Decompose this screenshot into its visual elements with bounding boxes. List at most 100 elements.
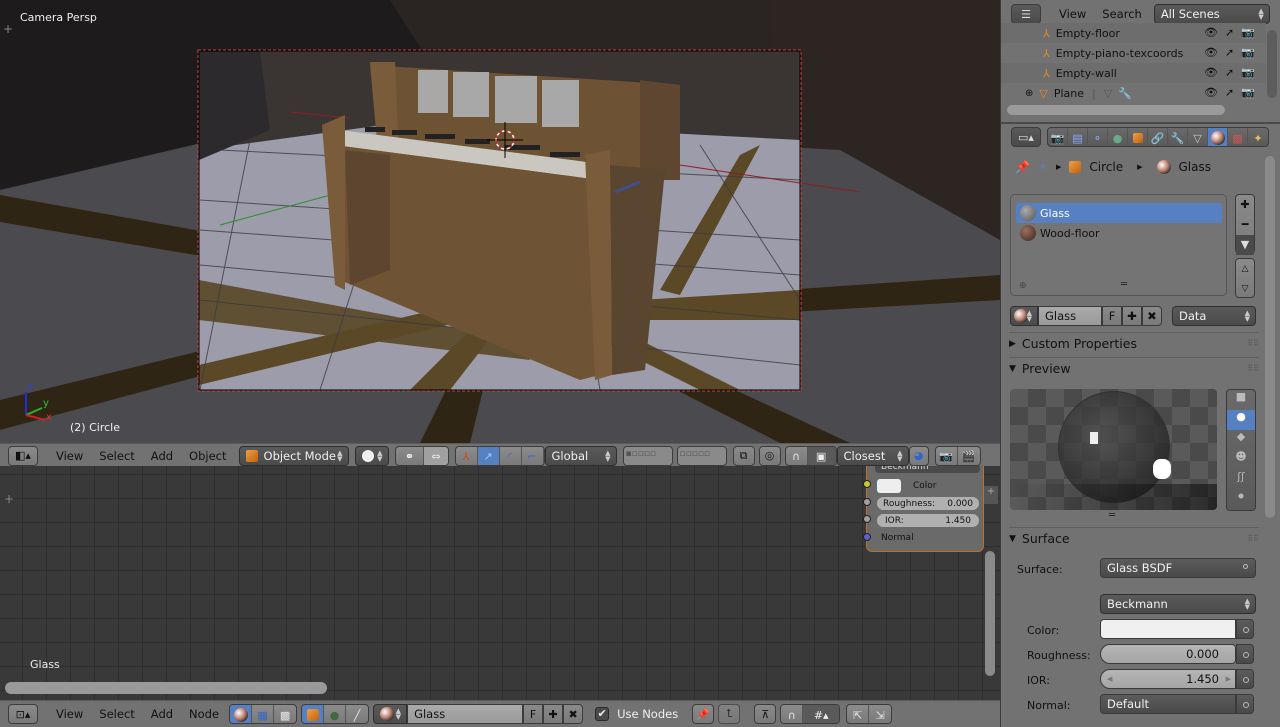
- manipulator-icon[interactable]: ⅄: [456, 446, 478, 465]
- panel-custom-properties[interactable]: ▶ Custom Properties ⠿⠿: [1009, 332, 1259, 354]
- menu-add[interactable]: Add: [143, 449, 181, 463]
- snap-element-icon[interactable]: ▣: [807, 446, 836, 465]
- outliner-horizontal-scrollbar[interactable]: [1007, 105, 1225, 115]
- properties-vertical-scrollbar[interactable]: [1265, 156, 1275, 518]
- checkbox-icon[interactable]: ✔: [595, 707, 610, 721]
- layers-grid[interactable]: ▪▫▫▫▫: [622, 445, 673, 466]
- editor-type-button[interactable]: ◧▴: [8, 445, 38, 466]
- breadcrumb-material[interactable]: Glass: [1179, 160, 1212, 174]
- menu-node[interactable]: Node: [181, 707, 227, 721]
- add-slot-icon[interactable]: ✚: [1240, 195, 1249, 215]
- use-nodes-toggle[interactable]: ✔ Use Nodes: [595, 707, 678, 721]
- material-name-field[interactable]: Glass: [407, 704, 524, 724]
- menu-object[interactable]: Object: [181, 449, 234, 463]
- pin-icon[interactable]: 📌: [1015, 160, 1030, 174]
- roughness-link-button[interactable]: [1236, 644, 1254, 664]
- outliner-vertical-scrollbar[interactable]: [1267, 30, 1277, 98]
- render-layers-icon[interactable]: ▤: [1068, 128, 1088, 146]
- node-roughness-field[interactable]: Roughness: 0.000: [877, 497, 979, 510]
- node-ior-field[interactable]: IOR: 1.450: [877, 514, 979, 527]
- texture-icon[interactable]: ▩: [1228, 128, 1248, 146]
- editor-type-button[interactable]: ⊡▴: [8, 704, 38, 724]
- slot-specials-icon[interactable]: ▼: [1236, 235, 1254, 255]
- snap-align-button[interactable]: ◕: [908, 445, 929, 466]
- visibility-eye-icon[interactable]: 👁: [1204, 46, 1218, 59]
- copy-icon[interactable]: ⇱: [847, 705, 870, 723]
- pivot-dropdown[interactable]: ⚭ ⇔: [394, 445, 449, 466]
- render-icon[interactable]: 📷: [1048, 128, 1068, 146]
- material-icon[interactable]: [1208, 128, 1228, 146]
- select-arrow-icon[interactable]: ➚: [1225, 66, 1234, 79]
- shading-dropdown[interactable]: ▲ ▼: [354, 445, 389, 466]
- socket-ior[interactable]: [863, 515, 871, 523]
- snap-target-dropdown[interactable]: Closest ▲ ▼: [836, 445, 909, 466]
- scale-icon[interactable]: ⌐: [522, 446, 544, 465]
- move-up-icon[interactable]: △: [1242, 259, 1249, 279]
- select-arrow-icon[interactable]: ➚: [1225, 86, 1234, 99]
- list-resize-handle[interactable]: ═: [1121, 279, 1127, 290]
- menu-add[interactable]: Add: [143, 707, 181, 721]
- material-browse-button[interactable]: ▲ ▼: [1010, 306, 1038, 326]
- fake-user-button[interactable]: F: [1102, 306, 1122, 326]
- wrench-icon[interactable]: 🔧: [1118, 87, 1132, 100]
- rotate-icon[interactable]: ◜: [500, 446, 522, 465]
- render-icon[interactable]: 📷: [936, 446, 958, 465]
- preview-cube-icon[interactable]: ◆: [1227, 430, 1255, 450]
- breadcrumb-object[interactable]: Circle: [1089, 160, 1123, 174]
- material-slot-item[interactable]: Wood-floor: [1016, 223, 1222, 243]
- material-name-field[interactable]: Glass: [1038, 306, 1102, 326]
- material-browse-button[interactable]: ▲ ▼: [373, 704, 408, 724]
- world-icon[interactable]: ●: [324, 705, 347, 723]
- visibility-eye-icon[interactable]: 👁: [1204, 66, 1218, 79]
- select-arrow-icon[interactable]: ➚: [1225, 46, 1234, 59]
- texture-nodes-icon[interactable]: ▩: [274, 705, 296, 723]
- editor-type-button[interactable]: ☰: [1011, 4, 1041, 24]
- 3d-viewport[interactable]: z y x + Camera Persp (2) Circle: [0, 0, 1000, 443]
- unlink-material-button[interactable]: ✖: [1142, 306, 1162, 326]
- modifiers-icon[interactable]: 🔧: [1168, 128, 1188, 146]
- mode-dropdown[interactable]: Object Mode ▲ ▼: [238, 445, 349, 466]
- remove-slot-icon[interactable]: ━: [1242, 215, 1249, 235]
- preview-monkey-icon[interactable]: ☻: [1227, 450, 1255, 470]
- fake-user-button[interactable]: F: [523, 704, 544, 724]
- menu-view[interactable]: View: [1051, 7, 1094, 21]
- link-dropdown[interactable]: Data ▲ ▼: [1172, 306, 1256, 326]
- increment-arrow-icon[interactable]: ▶: [1226, 675, 1231, 683]
- node-horizontal-scrollbar[interactable]: [5, 682, 327, 694]
- menu-view[interactable]: View: [48, 707, 91, 721]
- layers-grid-2[interactable]: ▫▫▫▫▫: [676, 445, 727, 466]
- expand-icon[interactable]: ⊕: [1025, 88, 1033, 99]
- move-down-icon[interactable]: ▽: [1242, 279, 1249, 299]
- manipulator-toggle-icon[interactable]: ⇔: [424, 446, 448, 465]
- drag-handle-icon[interactable]: ⠿⠿: [1247, 364, 1259, 373]
- color-swatch[interactable]: [1100, 619, 1236, 639]
- socket-normal[interactable]: [863, 533, 871, 541]
- constraints-icon[interactable]: 🔗: [1148, 128, 1168, 146]
- node-editor[interactable]: Beckmann Color Roughness: 0.000 IOR: 1.450…: [0, 466, 1000, 700]
- normal-field[interactable]: Default: [1100, 694, 1236, 714]
- ior-field[interactable]: ◀ 1.450 ▶: [1100, 669, 1236, 689]
- paste-icon[interactable]: ⇲: [869, 705, 891, 723]
- decrement-arrow-icon[interactable]: ◀: [1107, 675, 1112, 683]
- line-style-icon[interactable]: ╱: [346, 705, 368, 723]
- color-link-button[interactable]: [1236, 619, 1254, 639]
- render-camera-icon[interactable]: 📷: [1241, 86, 1255, 99]
- display-mode-dropdown[interactable]: All Scenes ▲ ▼: [1153, 4, 1270, 24]
- layer-lock-button[interactable]: ⧉: [732, 445, 755, 466]
- menu-search[interactable]: Search: [1094, 7, 1150, 21]
- normal-link-button[interactable]: [1236, 694, 1254, 714]
- editor-type-button[interactable]: ▭▴: [1011, 127, 1041, 147]
- drag-handle-icon[interactable]: ⠿⠿: [1247, 534, 1259, 543]
- render-camera-icon[interactable]: 📷: [1241, 26, 1255, 39]
- socket-roughness[interactable]: [863, 498, 871, 506]
- pin-button[interactable]: 📌: [692, 704, 715, 724]
- menu-select[interactable]: Select: [91, 707, 142, 721]
- list-filter-icon[interactable]: ⊕: [1019, 281, 1027, 291]
- visibility-eye-icon[interactable]: 👁: [1204, 86, 1218, 99]
- translate-icon[interactable]: ↗: [477, 446, 500, 465]
- parent-tree-button[interactable]: ⮤: [718, 704, 741, 724]
- node-distribution-dropdown[interactable]: Beckmann: [875, 466, 980, 473]
- panel-preview[interactable]: ▼ Preview ⠿⠿: [1009, 357, 1259, 379]
- shader-nodes-icon[interactable]: [230, 705, 253, 723]
- preview-hair-icon[interactable]: ʃʃ: [1227, 470, 1255, 490]
